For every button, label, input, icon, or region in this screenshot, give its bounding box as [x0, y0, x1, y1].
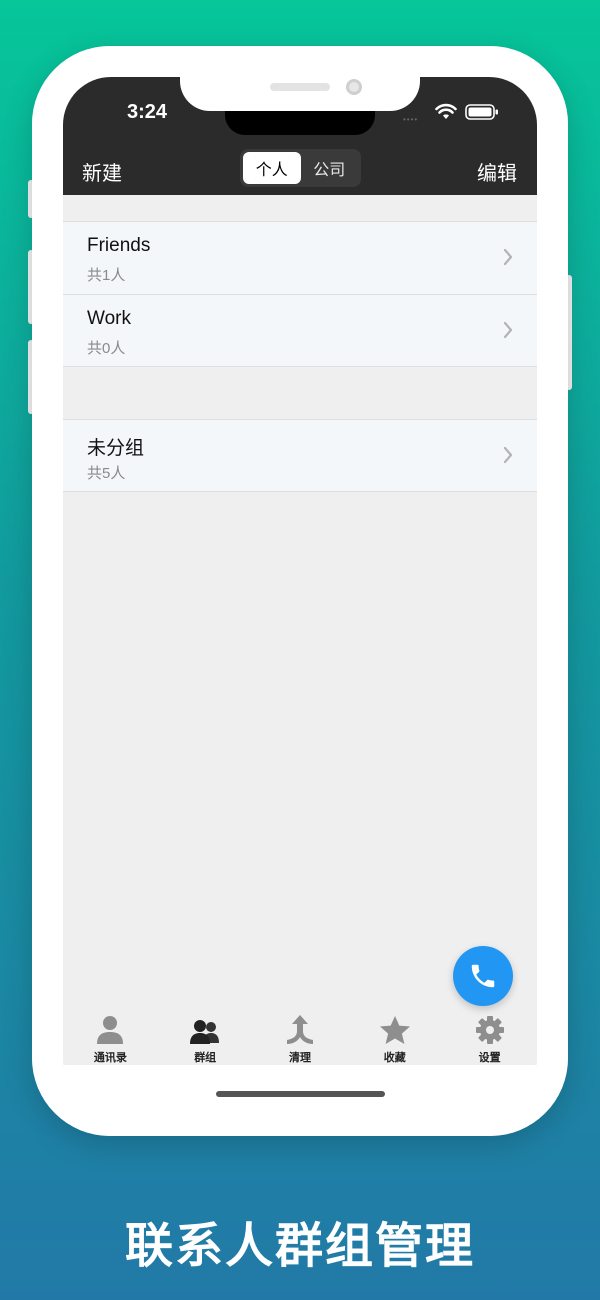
person-icon: [97, 1016, 124, 1044]
tab-label: 收藏: [383, 1052, 406, 1064]
group-name: Friends: [87, 235, 151, 256]
ungrouped-list: 未分组 共5人: [63, 419, 537, 492]
call-button[interactable]: [453, 946, 513, 1006]
battery-icon: [465, 104, 498, 120]
home-indicator-area: [63, 1065, 537, 1107]
tab-label: 通讯录: [93, 1052, 127, 1064]
segment-company[interactable]: 公司: [301, 152, 359, 184]
tab-contacts[interactable]: 通讯录: [63, 1007, 158, 1067]
top-bar: 3:24 •••• 新建 个人 公司 编辑: [63, 77, 537, 195]
promo-caption: 联系人群组管理: [124, 1220, 475, 1273]
sensor-housing: [225, 111, 375, 135]
group-name: Work: [87, 308, 131, 329]
notch: [180, 77, 420, 111]
group-name: 未分组: [87, 438, 145, 459]
star-icon: [379, 1016, 410, 1044]
group-row-work[interactable]: Work 共0人: [63, 294, 537, 367]
chevron-right-icon: [503, 321, 513, 339]
group-icon: [190, 1020, 220, 1044]
new-button[interactable]: 新建: [82, 157, 122, 186]
group-list: Friends 共1人 Work 共0人: [63, 221, 537, 367]
speaker: [270, 83, 330, 91]
wifi-icon: [435, 103, 457, 119]
merge-icon: [286, 1015, 313, 1044]
scope-segmented-control: 个人 公司: [240, 149, 361, 187]
tab-groups[interactable]: 群组: [158, 1007, 253, 1067]
phone-icon: [471, 964, 495, 988]
tab-label: 设置: [478, 1052, 501, 1064]
tab-settings[interactable]: 设置: [442, 1007, 537, 1067]
gear-icon: [475, 1016, 504, 1044]
tab-cleanup[interactable]: 清理: [253, 1007, 348, 1067]
home-indicator[interactable]: [216, 1091, 385, 1097]
tab-label: 群组: [194, 1052, 217, 1064]
group-row-friends[interactable]: Friends 共1人: [63, 221, 537, 294]
tab-label: 清理: [288, 1052, 311, 1064]
group-count: 共0人: [87, 340, 126, 357]
signal-dots: ••••: [403, 115, 419, 124]
app-screen: 3:24 •••• 新建 个人 公司 编辑 Friends 共1人 Work 共…: [63, 77, 537, 1107]
tab-bar: 通讯录 群组 清理 收藏 设置: [63, 1007, 537, 1067]
edit-button[interactable]: 编辑: [477, 157, 517, 186]
group-count: 共1人: [87, 267, 126, 284]
group-row-ungrouped[interactable]: 未分组 共5人: [63, 419, 537, 492]
segment-personal[interactable]: 个人: [243, 152, 301, 184]
chevron-right-icon: [503, 248, 513, 266]
chevron-right-icon: [503, 446, 513, 464]
status-time: 3:24: [127, 101, 168, 123]
tab-favorites[interactable]: 收藏: [347, 1007, 442, 1067]
camera: [346, 79, 362, 95]
group-count: 共5人: [87, 465, 126, 482]
